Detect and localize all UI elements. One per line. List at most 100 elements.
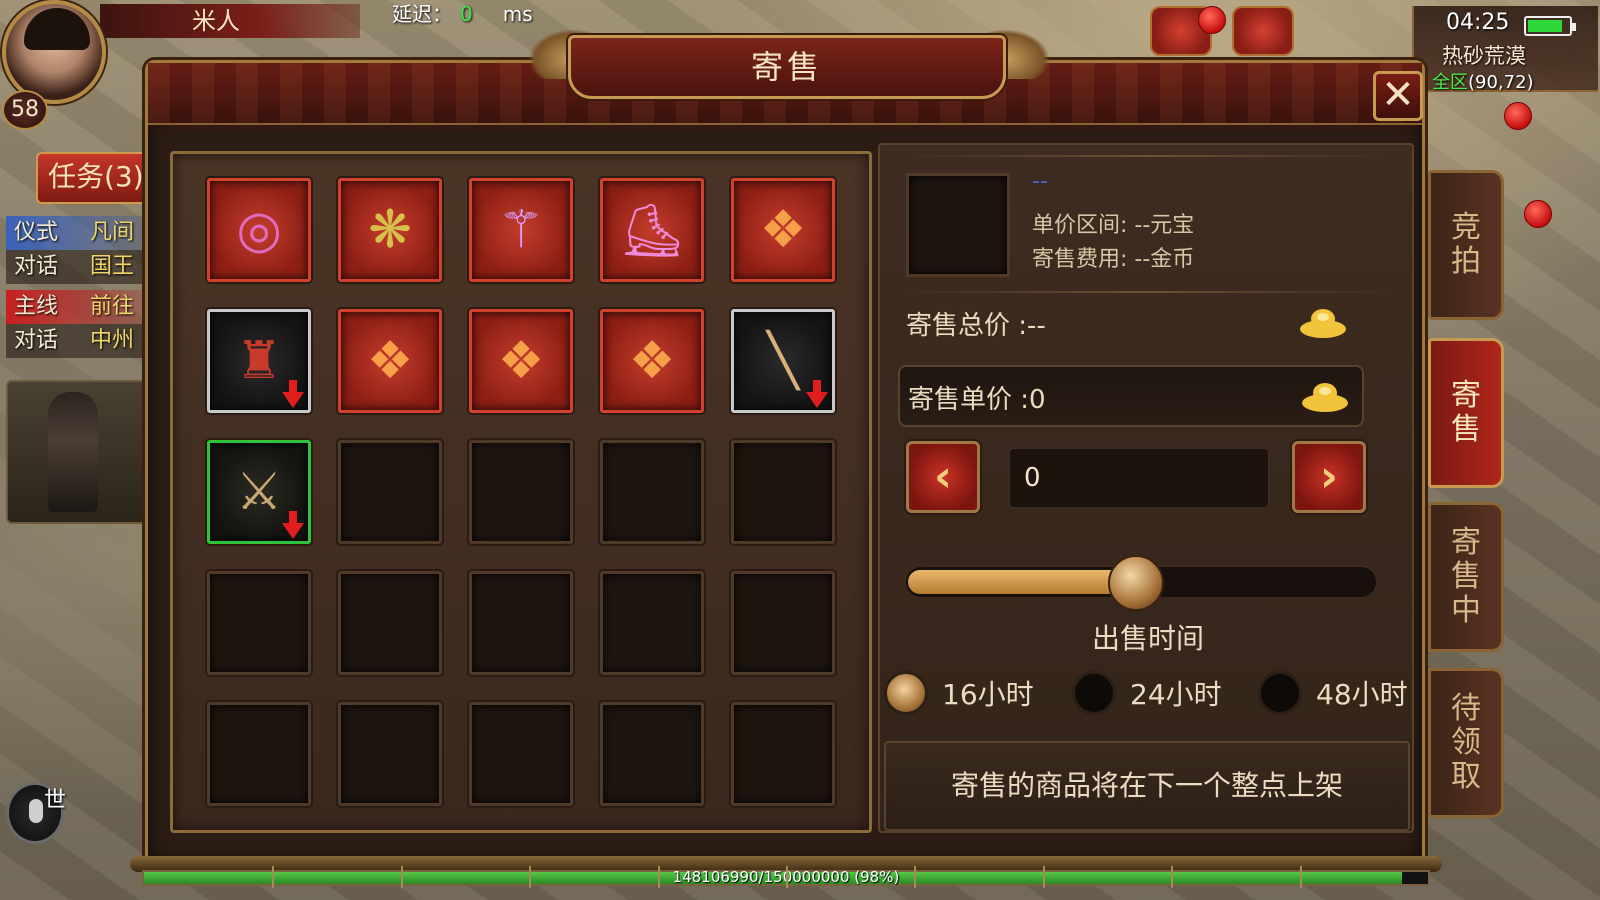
empty-inventory-slot[interactable] [338, 702, 442, 806]
increase-button[interactable]: › [1292, 441, 1366, 513]
chevron-right-icon: › [1319, 451, 1339, 502]
quest-row[interactable]: 对话 国王 [6, 250, 148, 284]
quantity-input[interactable]: 0 [1008, 447, 1270, 509]
price-range-text: 单价区间: --元宝 [1032, 213, 1195, 238]
tab-to-collect[interactable]: 待领取 [1428, 668, 1504, 818]
zone-label: 全区 [1432, 72, 1468, 93]
empty-inventory-slot[interactable] [338, 440, 442, 544]
decrease-button[interactable]: ‹ [906, 441, 980, 513]
fan-icon: ❋ [368, 200, 412, 260]
empty-inventory-slot[interactable] [731, 702, 835, 806]
coords: (90,72) [1468, 72, 1534, 93]
downgrade-arrow-icon [806, 380, 828, 408]
player-name-bar: 米人 [100, 4, 360, 38]
latency-unit: ms [502, 2, 533, 26]
slider-knob[interactable] [1108, 555, 1164, 611]
xp-tick [1299, 866, 1302, 888]
empty-inventory-slot[interactable] [207, 702, 311, 806]
empty-inventory-slot[interactable] [600, 702, 704, 806]
latency-label: 延迟： [392, 2, 452, 26]
empty-inventory-slot[interactable] [207, 571, 311, 675]
xp-tick [657, 866, 660, 888]
chevron-left-icon: ‹ [933, 451, 953, 502]
radio-icon [1072, 671, 1116, 715]
inventory-slot[interactable]: ◎ [207, 178, 311, 282]
consignment-form: -- 单价区间: --元宝 寄售费用: --金币 寄售总价 :-- 寄售单价 :… [878, 143, 1414, 833]
sale-time-label: 出售时间 [1091, 622, 1204, 655]
inventory-slot[interactable]: ⛸ [600, 178, 704, 282]
total-price-text: 寄售总价 :-- [906, 311, 1046, 341]
divider [902, 291, 1392, 293]
inventory-slot[interactable]: ╲ [731, 309, 835, 413]
player-level-badge: 58 [2, 90, 48, 130]
empty-inventory-slot[interactable] [469, 702, 573, 806]
player-avatar[interactable] [2, 0, 106, 104]
dragon-emblem-icon: ❖ [759, 200, 807, 260]
gold-ingot-icon [1300, 309, 1346, 338]
notification-dot-icon [1524, 200, 1552, 228]
xp-tick [400, 866, 403, 888]
inventory-slot[interactable]: ⚚ [469, 178, 573, 282]
latency-value: 0 [460, 2, 473, 26]
dragon-emblem-icon: ❖ [497, 331, 545, 391]
tab-on-sale[interactable]: 寄售中 [1428, 502, 1504, 652]
inventory-slot[interactable]: ❖ [338, 309, 442, 413]
empty-inventory-slot[interactable] [600, 571, 704, 675]
empty-inventory-slot[interactable] [731, 440, 835, 544]
divider [902, 155, 1392, 157]
quest-row[interactable]: 对话 中州 [6, 324, 148, 358]
consignment-dialog: 寄售 ✕ ◎ ❋ ⚚ ⛸ ❖ ♜ ❖ ❖ ❖ ╲ ⚔ -- 单价区间: --元宝 寄售费用: --金… [145, 29, 1425, 866]
selected-item-slot[interactable] [906, 173, 1010, 277]
inventory-slot[interactable]: ❖ [600, 309, 704, 413]
tab-auction[interactable]: 竞拍 [1428, 170, 1504, 320]
listing-notice: 寄售的商品将在下一个整点上架 [884, 741, 1410, 831]
map-name: 热砂荒漠 [1442, 44, 1526, 68]
empty-inventory-slot[interactable] [469, 571, 573, 675]
tab-consign[interactable]: 寄售 [1428, 338, 1504, 488]
radio-icon [884, 671, 928, 715]
clock: 04:25 [1446, 10, 1510, 35]
unit-price-text: 寄售单价 :0 [908, 385, 1046, 415]
character-preview[interactable] [6, 380, 146, 524]
inventory-slot[interactable]: ❖ [731, 178, 835, 282]
price-slider[interactable] [904, 555, 1378, 611]
unit-price-field[interactable]: 寄售单价 :0 [898, 365, 1364, 427]
quest-row[interactable]: 主线 前往 [6, 290, 148, 324]
dragon-emblem-icon: ❖ [366, 331, 414, 391]
quest-row[interactable]: 仪式 凡间 [6, 216, 148, 250]
inventory-slot[interactable]: ⚔ [207, 440, 311, 544]
dialog-title: 寄售 [750, 48, 823, 86]
empty-inventory-slot[interactable] [338, 571, 442, 675]
inventory-slot[interactable]: ❖ [469, 309, 573, 413]
xp-tick [272, 866, 275, 888]
microphone-icon [29, 799, 43, 823]
downgrade-arrow-icon [282, 511, 304, 539]
experience-bar: 148106990/150000000 (98%) [142, 866, 1430, 888]
downgrade-arrow-icon [282, 380, 304, 408]
inventory-slot[interactable]: ♜ [207, 309, 311, 413]
event-icon[interactable] [1232, 6, 1294, 56]
consignment-fee-text: 寄售费用: --金币 [1032, 247, 1195, 272]
player-name: 米人 [192, 7, 240, 35]
empty-inventory-slot[interactable] [731, 571, 835, 675]
empty-inventory-slot[interactable] [600, 440, 704, 544]
inventory-slot[interactable]: ❋ [338, 178, 442, 282]
empty-inventory-slot[interactable] [469, 440, 573, 544]
quest-tab[interactable]: 任务(3) [36, 152, 148, 204]
xp-tick [529, 866, 532, 888]
xp-tick [786, 866, 788, 888]
notification-dot-icon [1504, 102, 1532, 130]
item-name: -- [1032, 169, 1048, 194]
close-button[interactable]: ✕ [1373, 71, 1423, 121]
voice-channel-label: 世 [44, 788, 67, 813]
notification-dot-icon [1198, 6, 1226, 34]
bracelet-icon: ◎ [236, 200, 282, 260]
battery-icon [1524, 16, 1576, 36]
xp-tick [914, 866, 917, 888]
gold-ingot-icon [1302, 383, 1348, 412]
radio-icon [1258, 671, 1302, 715]
status-box: 04:25 热砂荒漠 全区(90,72) [1412, 6, 1598, 93]
dialog-title-plate: 寄售 [568, 35, 1006, 99]
boots-icon: ⛸ [618, 200, 685, 261]
latency-readout: 延迟： 0 ms [392, 0, 533, 27]
